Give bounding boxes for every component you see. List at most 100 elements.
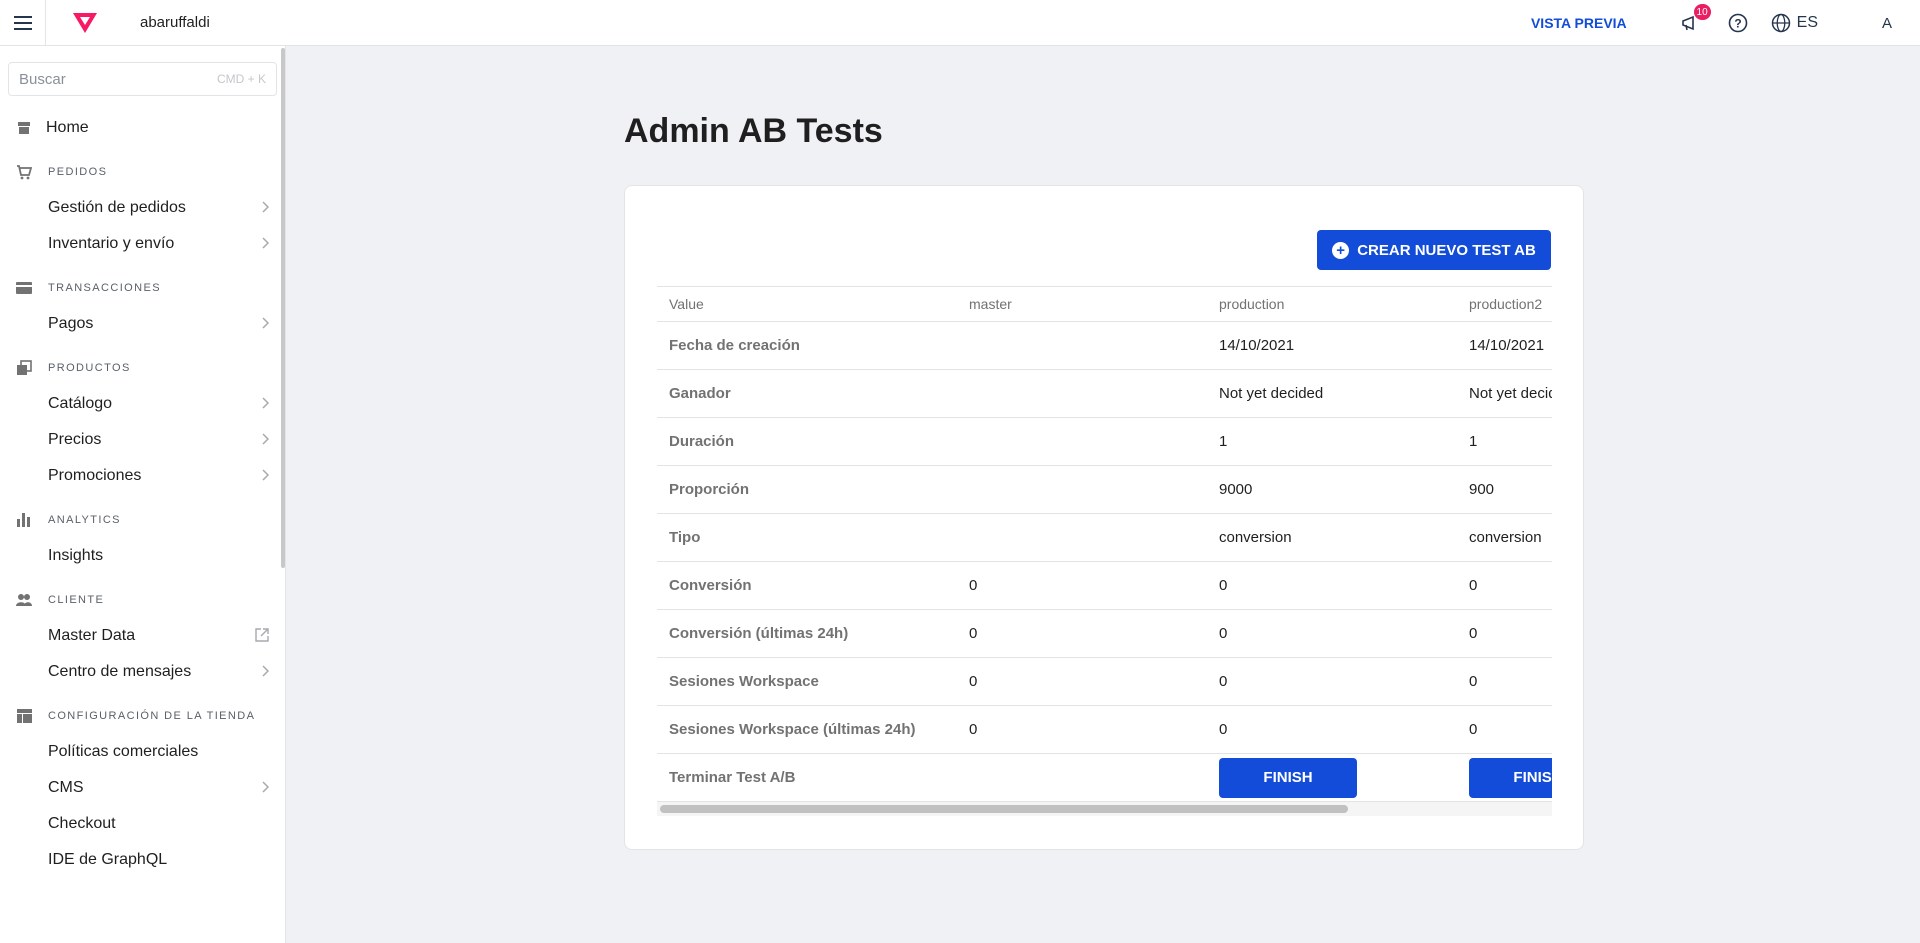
- ab-tests-card: + CREAR NUEVO TEST AB Value master product…: [624, 185, 1584, 850]
- sidebar-item[interactable]: Master Data: [0, 618, 285, 654]
- row-label: Sesiones Workspace (últimas 24h): [657, 705, 957, 754]
- sidebar-item[interactable]: Inventario y envío: [0, 226, 285, 262]
- chevron-right-icon: [261, 236, 270, 252]
- table-cell: 0: [957, 609, 1207, 658]
- table-cell: 0: [957, 705, 1207, 754]
- row-label: Ganador: [657, 369, 957, 418]
- table-cell: Not yet decided: [1457, 369, 1552, 418]
- create-ab-test-button[interactable]: + CREAR NUEVO TEST AB: [1317, 230, 1551, 270]
- sidebar-item[interactable]: CMS: [0, 770, 285, 806]
- row-label: Tipo: [657, 513, 957, 562]
- row-label: Sesiones Workspace: [657, 657, 957, 706]
- vtex-logo[interactable]: [70, 8, 100, 38]
- sidebar-section-0: PEDIDOS: [0, 154, 285, 190]
- search-shortcut-hint: CMD + K: [216, 72, 266, 86]
- sidebar-item-label: Centro de mensajes: [48, 663, 192, 680]
- column-header: production2: [1457, 286, 1552, 322]
- table-cell: [957, 417, 1207, 466]
- svg-text:?: ?: [1734, 17, 1741, 31]
- table-row: Fecha de creación 14/10/2021 14/10/2021: [657, 321, 1552, 370]
- table-cell: 0: [1457, 657, 1552, 706]
- table-cell: 0: [1207, 657, 1457, 706]
- table-horizontal-scrollbar[interactable]: [657, 802, 1552, 816]
- sidebar-item[interactable]: Gestión de pedidos: [0, 190, 285, 226]
- table-cell: 14/10/2021: [1457, 321, 1552, 370]
- table-row: Conversión (últimas 24h) 0 0 0: [657, 609, 1552, 658]
- top-bar: abaruffaldi VISTA PREVIA 10 ? ES A: [0, 0, 1920, 46]
- sidebar-item-label: Insights: [48, 547, 104, 564]
- table-row: Proporción 9000 900: [657, 465, 1552, 514]
- finish-button-production[interactable]: FINISH: [1219, 757, 1357, 798]
- table-cell: 0: [1207, 561, 1457, 610]
- sidebar-item-label: Pagos: [48, 315, 94, 332]
- sidebar-section-5: CONFIGURACIÓN DE LA TIENDA: [0, 698, 285, 734]
- column-header: master: [957, 286, 1207, 322]
- sidebar-item[interactable]: Políticas comerciales: [0, 734, 285, 770]
- notifications-badge: 10: [1693, 4, 1711, 20]
- row-label: Conversión (últimas 24h): [657, 609, 957, 658]
- sidebar-item[interactable]: Promociones: [0, 458, 285, 494]
- chevron-right-icon: [261, 780, 270, 796]
- ab-tests-table-container: Value master production production2 Fecha d…: [657, 286, 1552, 816]
- sidebar-section-title: PRODUCTOS: [48, 362, 131, 374]
- user-avatar[interactable]: A: [1872, 8, 1902, 38]
- language-selector[interactable]: ES: [1771, 13, 1818, 33]
- table-cell: [957, 321, 1207, 370]
- sidebar-item[interactable]: Insights: [0, 538, 285, 574]
- table-row: Sesiones Workspace 0 0 0: [657, 657, 1552, 706]
- scrollbar-thumb[interactable]: [660, 805, 1348, 813]
- add-circle-icon: +: [1332, 241, 1350, 259]
- sidebar-item[interactable]: Checkout: [0, 806, 285, 842]
- search-placeholder: Buscar: [19, 70, 66, 88]
- sidebar-item[interactable]: IDE de GraphQL: [0, 842, 285, 878]
- sidebar-item-label: Checkout: [48, 815, 116, 832]
- preview-link[interactable]: VISTA PREVIA: [1531, 15, 1627, 31]
- users-icon: [16, 592, 32, 608]
- table-cell: FINISH: [1457, 753, 1552, 802]
- account-name: abaruffaldi: [140, 14, 210, 31]
- hamburger-menu-icon[interactable]: [0, 0, 46, 46]
- help-icon[interactable]: ?: [1723, 8, 1753, 38]
- sidebar-item[interactable]: Catálogo: [0, 386, 285, 422]
- sidebar-item-label: Master Data: [48, 627, 136, 644]
- table-cell: 0: [957, 657, 1207, 706]
- table-row: Conversión 0 0 0: [657, 561, 1552, 610]
- table-cell: 0: [1207, 705, 1457, 754]
- row-label: Conversión: [657, 561, 957, 610]
- globe-icon: [1771, 13, 1790, 33]
- notifications-megaphone-icon[interactable]: 10: [1675, 4, 1711, 38]
- table-cell: 0: [1457, 609, 1552, 658]
- table-cell: 9000: [1207, 465, 1457, 514]
- sidebar-item[interactable]: Precios: [0, 422, 285, 458]
- sidebar-section-2: PRODUCTOS: [0, 350, 285, 386]
- sidebar-section-title: PEDIDOS: [48, 166, 108, 178]
- table-cell: FINISH: [1207, 753, 1457, 802]
- table-cell: 0: [1457, 705, 1552, 754]
- table-row: Sesiones Workspace (últimas 24h) 0 0 0: [657, 705, 1552, 754]
- sidebar-item[interactable]: Pagos: [0, 306, 285, 342]
- column-header: production: [1207, 286, 1457, 322]
- products-icon: [16, 360, 32, 376]
- chevron-right-icon: [261, 200, 270, 216]
- sidebar-search-input[interactable]: Buscar CMD + K: [8, 62, 277, 96]
- table-cell: 0: [1457, 561, 1552, 610]
- sidebar-scrollbar[interactable]: [281, 48, 285, 568]
- sidebar-item[interactable]: Centro de mensajes: [0, 654, 285, 690]
- create-button-label: CREAR NUEVO TEST AB: [1357, 241, 1536, 259]
- external-link-icon: [255, 627, 269, 645]
- cart-icon: [16, 164, 32, 180]
- sidebar-item-label: Catálogo: [48, 395, 113, 412]
- finish-button-production2[interactable]: FINISH: [1469, 757, 1552, 798]
- table-cell: Not yet decided: [1207, 369, 1457, 418]
- table-cell: [957, 369, 1207, 418]
- sidebar-item-home[interactable]: Home: [0, 110, 285, 146]
- sidebar-section-4: CLIENTE: [0, 582, 285, 618]
- table-cell: 1: [1207, 417, 1457, 466]
- chevron-right-icon: [261, 664, 270, 680]
- table-cell: 0: [957, 561, 1207, 610]
- table-row-finish: Terminar Test A/B FINISH FINISH: [657, 753, 1552, 802]
- store-layout-icon: [16, 708, 32, 724]
- table-cell: 1: [1457, 417, 1552, 466]
- table-cell: 900: [1457, 465, 1552, 514]
- sidebar: Buscar CMD + K Home PEDIDOS Gestión de pe…: [0, 46, 286, 943]
